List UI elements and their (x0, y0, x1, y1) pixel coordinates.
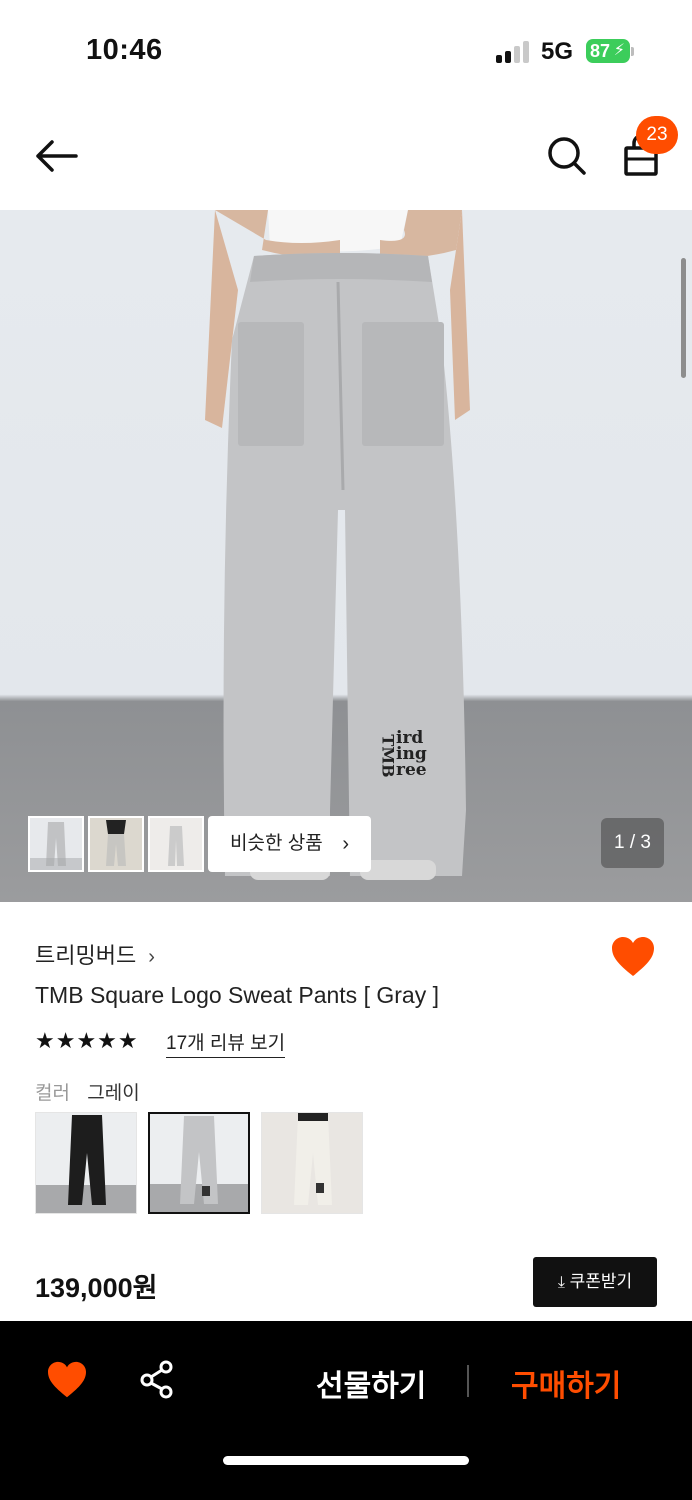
arrow-left-icon (36, 140, 78, 172)
brand-link[interactable]: 트리밍버드 › (35, 938, 155, 970)
buy-button[interactable]: 구매하기 (511, 1361, 621, 1405)
back-button[interactable] (30, 134, 82, 178)
app-header: 23 (0, 100, 692, 210)
product-price: 139,000원 (35, 1273, 158, 1303)
home-indicator[interactable] (223, 1456, 469, 1465)
charging-bolt-icon: ⚡ (613, 42, 625, 59)
search-button[interactable] (545, 134, 589, 178)
product-photo (205, 210, 470, 880)
brand-name: 트리밍버드 (35, 943, 137, 968)
search-icon (548, 137, 586, 175)
rating-stars: ★★★★★ (35, 1028, 139, 1053)
thumbnail-2[interactable] (88, 816, 144, 872)
thumbnail-1[interactable] (28, 816, 84, 872)
similar-products-label: 비슷한 상품 (230, 833, 323, 854)
color-value: 그레이 (87, 1083, 140, 1104)
bottom-wishlist-button[interactable] (46, 1361, 88, 1399)
product-title: TMB Square Logo Sweat Pants [ Gray ] (35, 982, 439, 1008)
network-type: 5G (541, 38, 574, 65)
battery-icon: 87 ⚡ (586, 39, 630, 63)
color-swatch-black[interactable] (35, 1112, 137, 1214)
bottom-action-bar: 선물하기 구매하기 (0, 1321, 692, 1500)
color-swatch-ivory[interactable] (261, 1112, 363, 1214)
share-icon (140, 1360, 173, 1399)
color-row: 컬러 그레이 (35, 1078, 140, 1105)
coupon-button[interactable]: ⤓ 쿠폰받기 (533, 1257, 657, 1307)
review-link[interactable]: 17개 리뷰 보기 (166, 1028, 286, 1058)
cart-count-badge: 23 (636, 116, 678, 154)
similar-products-button[interactable]: 비슷한 상품 › (208, 816, 371, 872)
battery-cap (631, 47, 634, 56)
status-time: 10:46 (86, 34, 163, 66)
status-bar: 10:46 5G 87 ⚡ (0, 0, 692, 100)
signal-icon (496, 41, 532, 63)
thumbnail-3[interactable] (148, 816, 204, 872)
download-icon: ⤓ (557, 1274, 565, 1291)
color-swatch-gray[interactable] (148, 1112, 250, 1214)
image-page-indicator: 1 / 3 (601, 818, 664, 868)
heart-icon (48, 1361, 86, 1398)
gift-button[interactable]: 선물하기 (316, 1361, 426, 1405)
color-label: 컬러 (35, 1083, 70, 1104)
chevron-right-icon: › (342, 833, 349, 855)
product-image-carousel[interactable]: ird ing ree TMB 비슷한 상품 › 1 / 3 (0, 210, 692, 902)
scroll-indicator[interactable] (681, 258, 686, 378)
embroidered-logo: ird ing ree TMB (378, 730, 434, 779)
share-button[interactable] (137, 1359, 177, 1399)
divider (467, 1365, 469, 1397)
chevron-right-icon: › (148, 946, 155, 968)
heart-icon (612, 937, 654, 976)
wishlist-button[interactable] (610, 936, 656, 978)
logo-line-0: TMB (378, 734, 398, 778)
battery-level: 87 (590, 41, 611, 61)
coupon-label: 쿠폰받기 (569, 1272, 633, 1291)
